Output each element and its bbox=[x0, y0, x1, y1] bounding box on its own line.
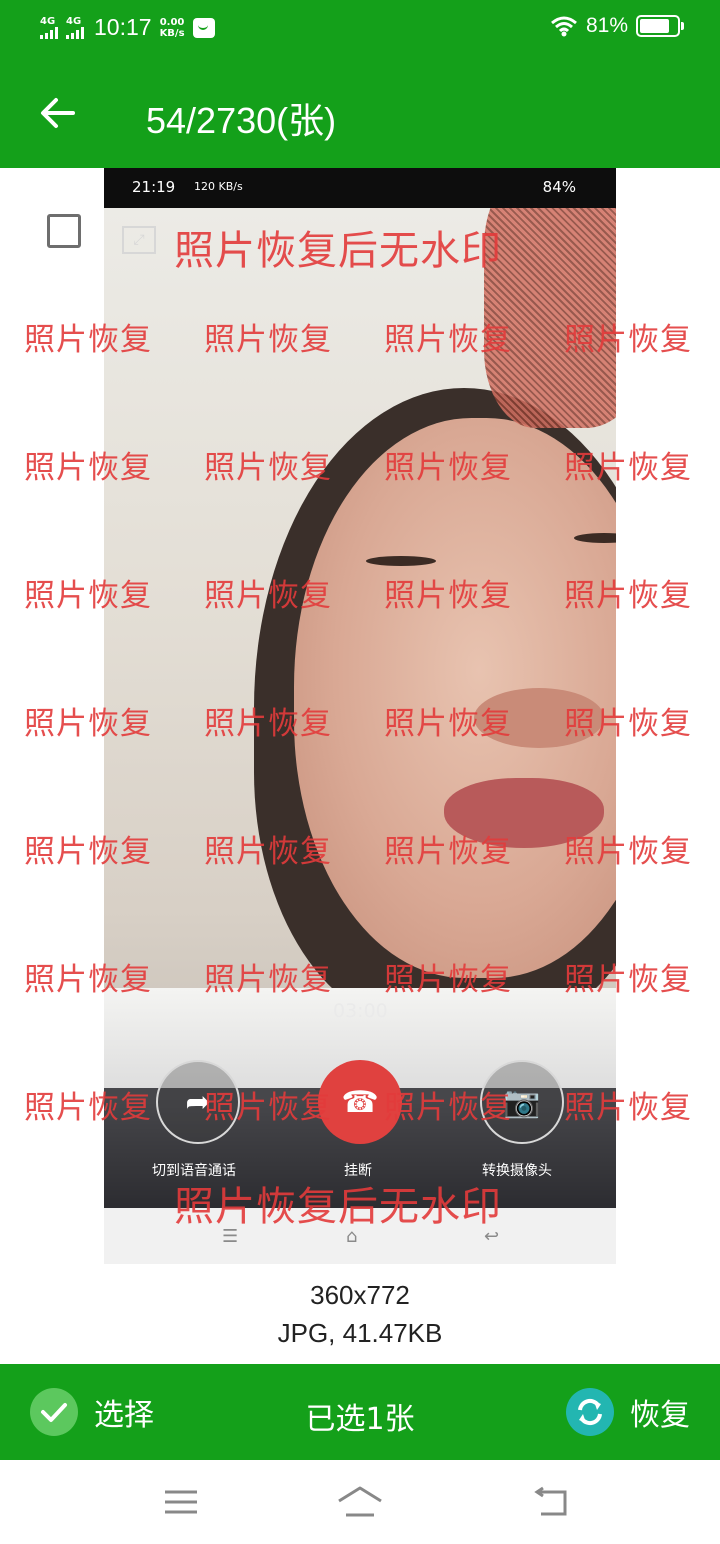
restore-icon bbox=[566, 1388, 614, 1436]
status-bar: 4G 4G 10:17 0.00 KB/s 81% bbox=[0, 0, 720, 58]
watermark: 照片恢复 bbox=[384, 450, 512, 486]
watermark: 照片恢复 bbox=[564, 450, 692, 486]
battery-icon bbox=[636, 15, 684, 37]
photo-recovery-screen: 4G 4G 10:17 0.00 KB/s 81% 54/2730(张) 21:… bbox=[0, 0, 720, 1544]
back-nav-button[interactable] bbox=[524, 1482, 574, 1522]
call-timer: 03:00 bbox=[333, 1000, 388, 1022]
watermark: 照片恢复 bbox=[564, 962, 692, 998]
watermark: 照片恢复 bbox=[24, 450, 152, 486]
signal-icon: 4G bbox=[40, 15, 58, 39]
restore-label: 恢复 bbox=[630, 1398, 690, 1433]
watermark: 照片恢复 bbox=[204, 962, 332, 998]
watermark: 照片恢复 bbox=[564, 834, 692, 870]
speed-value: 0.00 bbox=[159, 16, 185, 28]
page-title: 54/2730(张) bbox=[146, 100, 337, 141]
network-type: 4G bbox=[40, 15, 56, 27]
notification-icon bbox=[192, 17, 215, 38]
watermark: 照片恢复 bbox=[24, 1090, 152, 1126]
watermark: 照片恢复 bbox=[24, 706, 152, 742]
battery-percent: 81% bbox=[585, 14, 628, 37]
watermark: 照片恢复 bbox=[24, 834, 152, 870]
watermark: 照片恢复 bbox=[564, 578, 692, 614]
restore-button[interactable]: 恢复 bbox=[566, 1388, 690, 1436]
back-arrow-icon bbox=[41, 98, 75, 128]
menu-icon bbox=[165, 1490, 197, 1514]
system-nav-bar bbox=[0, 1460, 720, 1544]
photo-status-time: 21:19 bbox=[132, 178, 176, 196]
watermark: 照片恢复 bbox=[24, 962, 152, 998]
watermark: 照片恢复 bbox=[204, 1090, 332, 1126]
watermark: 照片恢复 bbox=[204, 834, 332, 870]
watermark: 照片恢复 bbox=[384, 578, 512, 614]
photo-status-speed: 120 KB/s bbox=[194, 180, 243, 193]
network-speed: 0.00 KB/s bbox=[160, 17, 185, 39]
photo-status-battery: 84% bbox=[542, 178, 576, 196]
photo-eye bbox=[366, 556, 436, 566]
watermark: 照片恢复 bbox=[384, 322, 512, 358]
watermark: 照片恢复 bbox=[384, 834, 512, 870]
select-checkbox[interactable] bbox=[47, 214, 81, 248]
watermark: 照片恢复 bbox=[204, 322, 332, 358]
back-icon bbox=[534, 1486, 567, 1516]
watermark: 照片恢复 bbox=[204, 578, 332, 614]
watermark: 照片恢复 bbox=[384, 962, 512, 998]
watermark: 照片恢复 bbox=[564, 706, 692, 742]
status-left: 4G 4G 10:17 0.00 KB/s bbox=[40, 14, 215, 41]
network-type: 4G bbox=[66, 15, 82, 27]
watermark: 照片恢复 bbox=[384, 706, 512, 742]
photo-format-size: JPG, 41.47KB bbox=[277, 1318, 443, 1348]
battery-fill bbox=[640, 19, 670, 33]
watermark: 照片恢复 bbox=[564, 322, 692, 358]
watermark-large: 照片恢复后无水印 bbox=[174, 228, 502, 274]
speed-unit: KB/s bbox=[159, 27, 185, 39]
expand-icon: ⤢ bbox=[122, 226, 156, 254]
action-bar: 选择 已选1张 恢复 bbox=[0, 1364, 720, 1460]
home-button[interactable] bbox=[335, 1482, 385, 1522]
watermark: 照片恢复 bbox=[24, 578, 152, 614]
home-icon bbox=[338, 1486, 382, 1517]
photo-resolution: 360x772 bbox=[310, 1280, 410, 1310]
status-right: 81% bbox=[550, 14, 684, 38]
watermark: 照片恢复 bbox=[204, 706, 332, 742]
back-button[interactable] bbox=[32, 88, 82, 138]
watermark: 照片恢复 bbox=[384, 1090, 512, 1126]
wifi-icon bbox=[551, 16, 577, 37]
watermark: 照片恢复 bbox=[204, 450, 332, 486]
watermark-large: 照片恢复后无水印 bbox=[174, 1184, 502, 1230]
signal-icon: 4G bbox=[66, 15, 84, 39]
watermark: 照片恢复 bbox=[564, 1090, 692, 1126]
photo-preview[interactable]: 21:19 120 KB/s 84% ⤢ 03:00 ➦ ☎ 📷 切到语音通话 … bbox=[104, 168, 616, 1264]
watermark: 照片恢复 bbox=[24, 322, 152, 358]
app-bar: 54/2730(张) bbox=[0, 58, 720, 168]
menu-button[interactable] bbox=[156, 1482, 206, 1522]
clock: 10:17 bbox=[94, 14, 152, 40]
photo-status-bar: 21:19 120 KB/s 84% bbox=[104, 168, 616, 208]
